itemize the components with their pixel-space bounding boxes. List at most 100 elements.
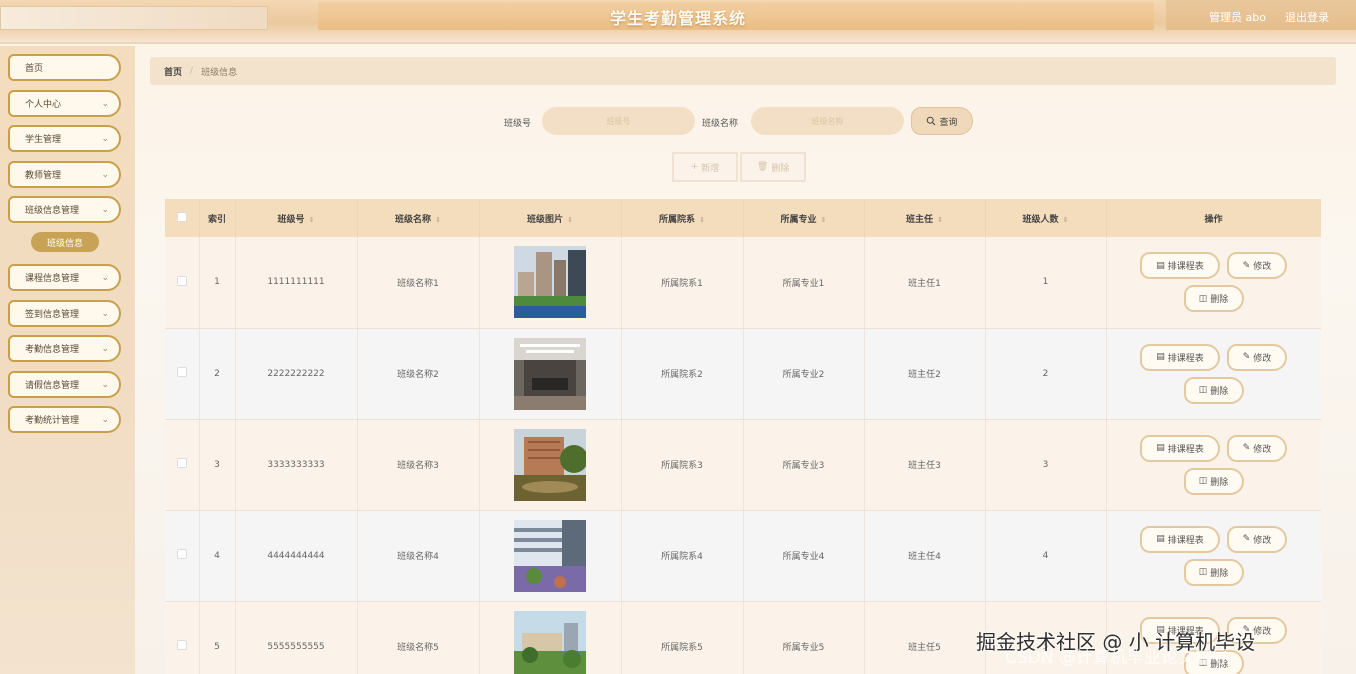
- delete-button[interactable]: ◫ 删除: [1183, 558, 1244, 586]
- sidebar-item-students[interactable]: 学生管理 ⌄: [8, 125, 121, 152]
- row-checkbox[interactable]: [176, 275, 187, 286]
- row-checkbox[interactable]: [176, 549, 187, 559]
- breadcrumb-separator: /: [190, 66, 194, 76]
- class-no-input[interactable]: [542, 107, 695, 135]
- sort-icon[interactable]: ⇕: [1063, 216, 1069, 224]
- query-button-label: 查询: [939, 117, 958, 128]
- sort-icon[interactable]: ⇕: [309, 216, 315, 224]
- row-select-cell: [165, 510, 200, 602]
- delete-button[interactable]: ◫ 删除: [1183, 467, 1244, 495]
- class-image[interactable]: [514, 610, 586, 674]
- sidebar: 首页 个人中心 ⌄ 学生管理 ⌄ 教师管理 ⌄ 班级信息管理 ⌄ 班级信息 课程信息管理…: [0, 46, 135, 674]
- delete-button[interactable]: ◫ 删除: [1183, 285, 1244, 313]
- select-all-checkbox[interactable]: [176, 211, 187, 222]
- chevron-down-icon: ⌄: [101, 379, 109, 390]
- select-all-cell: [165, 199, 200, 237]
- current-user: 管理员 abo: [1209, 11, 1266, 24]
- dept-cell: 所属院系2: [621, 328, 744, 420]
- chevron-down-icon: ⌄: [101, 272, 109, 283]
- table-row[interactable]: 1 1111111111 班级名称1 所属院系1 所属专业1 班主任1 1 ▤ 排课程表 ✎ 修改 ◫…: [165, 237, 1321, 329]
- sidebar-subitem-class-info[interactable]: 班级信息: [31, 232, 99, 252]
- sidebar-item-attendance[interactable]: 考勤信息管理 ⌄: [8, 335, 121, 362]
- sidebar-item-home[interactable]: 首页: [8, 54, 121, 81]
- sidebar-item-label: 个人中心: [25, 100, 62, 110]
- sort-icon[interactable]: ⇕: [821, 216, 827, 224]
- query-button[interactable]: 查询: [911, 107, 973, 135]
- edit-button[interactable]: ✎ 修改: [1227, 252, 1287, 280]
- class-name-cell: 班级名称5: [357, 601, 480, 674]
- sidebar-item-label: 教师管理: [25, 171, 62, 181]
- edit-button[interactable]: ✎ 修改: [1227, 525, 1287, 553]
- teacher-cell: 班主任2: [864, 328, 986, 420]
- column-header-label: 班级人数: [1022, 214, 1059, 225]
- schedule-button[interactable]: ▤ 排课程表: [1140, 434, 1220, 462]
- dept-cell: 所属院系4: [621, 510, 744, 602]
- class-name-cell: 班级名称2: [357, 328, 480, 420]
- schedule-button[interactable]: ▤ 排课程表: [1140, 343, 1220, 371]
- table-row[interactable]: 4 4444444444 班级名称4 所属院系4 所属专业4 班主任4 4 ▤ 排课程表 ✎ 修改 ◫…: [165, 510, 1321, 602]
- sidebar-item-courses[interactable]: 课程信息管理 ⌄: [8, 264, 121, 291]
- column-header[interactable]: 班级人数 ⇕: [985, 199, 1107, 237]
- column-header[interactable]: 班主任 ⇕: [864, 199, 986, 237]
- major-cell: 所属专业3: [743, 419, 865, 511]
- class-no-cell: 2222222222: [235, 328, 358, 420]
- actions-cell: ▤ 排课程表 ✎ 修改 ◫ 删除: [1106, 237, 1321, 329]
- sidebar-item-stats[interactable]: 考勤统计管理 ⌄: [8, 406, 121, 433]
- sidebar-item-profile[interactable]: 个人中心 ⌄: [8, 90, 121, 117]
- sidebar-item-label: 首页: [25, 64, 44, 74]
- batch-delete-button-label: 删除: [771, 163, 790, 174]
- class-image[interactable]: [514, 246, 586, 319]
- sort-icon[interactable]: ⇕: [699, 216, 705, 224]
- row-select-cell: [165, 419, 200, 511]
- sidebar-item-class-info[interactable]: 班级信息管理 ⌄: [8, 196, 121, 223]
- delete-button[interactable]: ◫ 删除: [1183, 376, 1244, 404]
- column-header[interactable]: 班级图片 ⇕: [479, 199, 622, 237]
- row-checkbox[interactable]: [176, 367, 187, 377]
- class-no-cell: 1111111111: [235, 237, 358, 329]
- search-icon: [927, 116, 936, 126]
- delete-button-label: 删除: [1210, 568, 1229, 579]
- class-name-input[interactable]: [751, 107, 904, 135]
- sidebar-item-label: 考勤统计管理: [25, 416, 80, 426]
- logout-link[interactable]: 退出登录: [1285, 9, 1329, 25]
- column-header-label: 所属专业: [780, 214, 817, 225]
- add-button[interactable]: + 新增: [672, 152, 738, 182]
- edit-button-label: 修改: [1253, 262, 1272, 273]
- column-header-label: 班级图片: [527, 214, 564, 225]
- sidebar-item-leave[interactable]: 请假信息管理 ⌄: [8, 371, 121, 398]
- sort-icon[interactable]: ⇕: [435, 216, 441, 224]
- column-header[interactable]: 所属专业 ⇕: [743, 199, 865, 237]
- edit-button-label: 修改: [1253, 535, 1272, 546]
- edit-button-label: 修改: [1253, 444, 1272, 455]
- schedule-button[interactable]: ▤ 排课程表: [1140, 525, 1220, 553]
- sidebar-item-signin[interactable]: 签到信息管理 ⌄: [8, 300, 121, 327]
- schedule-button[interactable]: ▤ 排课程表: [1140, 252, 1220, 280]
- trash-icon: ◫: [1198, 567, 1208, 577]
- class-image[interactable]: [514, 519, 586, 592]
- edit-button[interactable]: ✎ 修改: [1227, 343, 1287, 371]
- class-image-cell: [479, 419, 622, 511]
- column-header-label: 所属院系: [659, 214, 696, 225]
- class-image[interactable]: [514, 337, 586, 410]
- column-header[interactable]: 班级号 ⇕: [235, 199, 358, 237]
- table-row[interactable]: 2 2222222222 班级名称2 所属院系2 所属专业2 班主任2 2 ▤ 排课程表 ✎ 修改 ◫…: [165, 328, 1321, 420]
- column-header[interactable]: 班级名称 ⇕: [357, 199, 480, 237]
- row-checkbox[interactable]: [176, 640, 187, 650]
- batch-delete-button[interactable]: 🗑 删除: [740, 152, 806, 182]
- sidebar-item-teachers[interactable]: 教师管理 ⌄: [8, 161, 121, 188]
- major-cell: 所属专业2: [743, 328, 865, 420]
- class-image[interactable]: [514, 428, 586, 501]
- column-header-label: 索引: [207, 214, 226, 225]
- column-header[interactable]: 所属院系 ⇕: [621, 199, 744, 237]
- edit-button[interactable]: ✎ 修改: [1227, 434, 1287, 462]
- chevron-down-icon: ⌄: [101, 204, 109, 215]
- major-cell: 所属专业4: [743, 510, 865, 602]
- class-no-cell: 3333333333: [235, 419, 358, 511]
- delete-button-label: 删除: [1210, 477, 1229, 488]
- breadcrumb-home[interactable]: 首页: [164, 65, 182, 78]
- table-row[interactable]: 3 3333333333 班级名称3 所属院系3 所属专业3 班主任3 3 ▤ 排课程表 ✎ 修改 ◫…: [165, 419, 1321, 511]
- sort-icon[interactable]: ⇕: [937, 216, 943, 224]
- edit-icon: ✎: [1242, 534, 1251, 544]
- sort-icon[interactable]: ⇕: [567, 216, 573, 224]
- row-checkbox[interactable]: [176, 458, 187, 468]
